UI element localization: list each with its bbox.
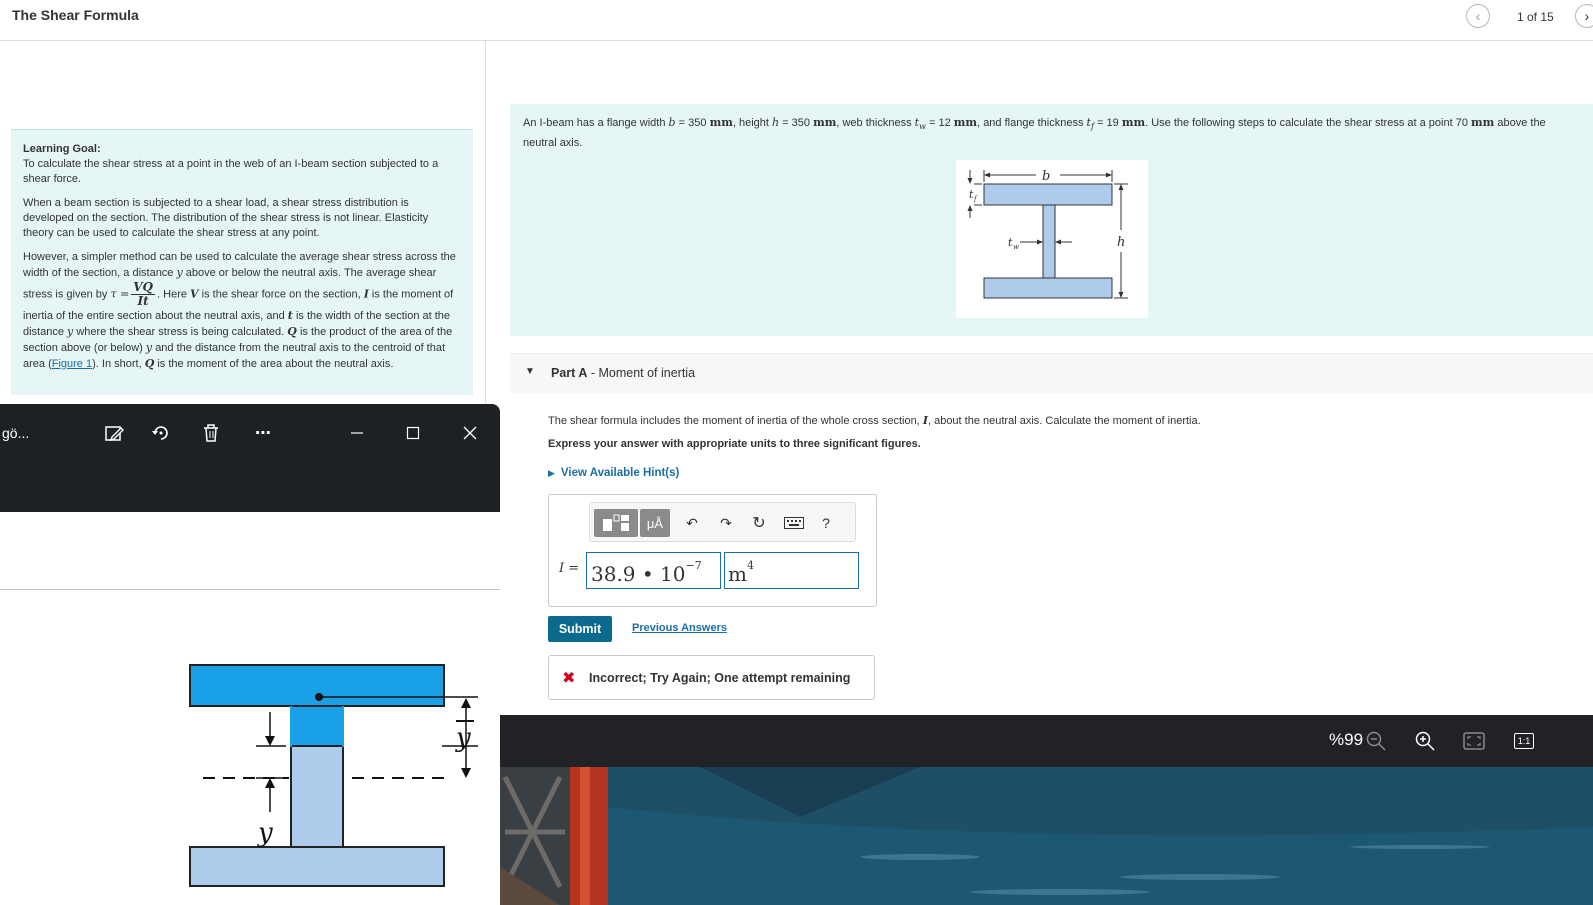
- reset-button[interactable]: ↻: [747, 509, 771, 537]
- i-beam-diagram: b t f t w h: [967, 169, 1128, 299]
- background-photo: [500, 767, 1593, 905]
- trash-icon: [204, 424, 218, 442]
- learning-goal-text: To calculate the shear stress at a point…: [23, 158, 439, 185]
- svg-text:w: w: [1013, 243, 1019, 251]
- maximize-icon: [406, 426, 420, 440]
- math-toolbar: μÅ ↶ ↷ ↻ ?: [589, 502, 856, 542]
- minimize-button[interactable]: [342, 418, 372, 448]
- caret-down-icon: ▼: [525, 366, 535, 377]
- y-label: y: [257, 818, 273, 848]
- caret-right-icon: ▶: [548, 468, 555, 478]
- part-a-title: - Moment of inertia: [587, 366, 696, 380]
- value-input[interactable]: 38.9 • 10−7: [586, 552, 721, 589]
- part-a-label: Part A: [551, 366, 588, 380]
- fit-to-window-button[interactable]: [1460, 727, 1488, 755]
- problem-statement: An I-beam has a flange width b = 350 mm,…: [523, 116, 1546, 150]
- problem-panel: An I-beam has a flange width b = 350 mm,…: [510, 104, 1593, 336]
- units-button[interactable]: μÅ: [640, 509, 670, 537]
- figure-1-link[interactable]: Figure 1: [52, 358, 92, 370]
- view-hints-link[interactable]: ▶ View Available Hint(s): [548, 467, 679, 479]
- fit-screen-icon: [1463, 732, 1485, 750]
- image-viewer-toolbar: %99 1:1: [500, 715, 1593, 767]
- intro-paragraph: When a beam section is subjected to a sh…: [23, 197, 429, 239]
- undo-icon: ↶: [686, 514, 698, 531]
- maximize-button[interactable]: [398, 418, 428, 448]
- units-input[interactable]: m4: [724, 552, 859, 589]
- zoom-level: %99: [1329, 730, 1364, 749]
- close-window-button[interactable]: [455, 418, 485, 448]
- answer-variable-label: I =: [559, 561, 580, 576]
- zoom-out-icon: [1366, 731, 1386, 751]
- figure-1-i-beam: y y: [189, 664, 478, 887]
- edit-image-button[interactable]: [99, 418, 129, 448]
- bridge-ocean-photo: [500, 767, 1593, 905]
- header-bar: The Shear Formula ‹ 1 of 15 ›: [0, 0, 1593, 41]
- part-a-instruction: Express your answer with appropriate uni…: [548, 438, 921, 450]
- pager-count: 1 of 15: [1517, 10, 1554, 24]
- zoom-in-button[interactable]: [1411, 727, 1439, 755]
- rotate-icon: [152, 426, 168, 440]
- rotate-button[interactable]: [146, 418, 176, 448]
- learning-goal-heading: Learning Goal:: [23, 143, 101, 155]
- more-icon: ⋯: [255, 425, 271, 442]
- edit-image-icon: [105, 426, 124, 442]
- templates-icon: [603, 514, 629, 531]
- help-button[interactable]: ?: [816, 509, 836, 537]
- part-a-description: The shear formula includes the moment of…: [548, 414, 1201, 427]
- redo-icon: ↷: [720, 514, 732, 531]
- y-bar-label: y: [455, 723, 471, 753]
- next-item-button[interactable]: ›: [1575, 4, 1593, 28]
- photo-canvas: y y: [0, 512, 500, 905]
- web: [1042, 204, 1056, 279]
- error-x-icon: ✖: [562, 670, 576, 687]
- actual-size-button[interactable]: 1:1: [1510, 727, 1538, 755]
- submit-button[interactable]: Submit: [548, 616, 612, 642]
- learning-goal-panel: Learning Goal: To calculate the shear st…: [11, 129, 473, 395]
- photo-file-name: gö...: [2, 425, 30, 441]
- actual-size-icon: 1:1: [1514, 733, 1534, 749]
- delete-button[interactable]: [196, 418, 226, 448]
- web-lower: [290, 745, 344, 848]
- undo-button[interactable]: ↶: [680, 509, 704, 537]
- photo-window-titlebar: gö... ⋯: [0, 404, 500, 512]
- templates-button[interactable]: [594, 509, 638, 537]
- keyboard-icon: [784, 517, 804, 529]
- previous-answers-link[interactable]: Previous Answers: [632, 622, 727, 634]
- chevron-right-icon: ›: [1584, 8, 1590, 24]
- more-options-button[interactable]: ⋯: [248, 418, 278, 448]
- dimension-h-label: h: [1117, 235, 1125, 250]
- reset-icon: ↻: [752, 515, 766, 532]
- svg-text:f: f: [973, 195, 978, 203]
- feedback-text: Incorrect; Try Again; One attempt remain…: [589, 671, 851, 685]
- i-beam-dimension-figure: b t f t w h: [956, 160, 1148, 318]
- dimension-b-label: b: [1042, 169, 1050, 184]
- feedback-message: ✖ Incorrect; Try Again; One attempt rema…: [548, 655, 875, 700]
- shear-formula-fraction: VQ It: [131, 280, 156, 308]
- previous-item-button[interactable]: ‹: [1466, 4, 1490, 28]
- zoom-out-button[interactable]: [1362, 727, 1390, 755]
- bottom-flange: [983, 277, 1113, 299]
- page-title: The Shear Formula: [12, 7, 139, 23]
- keyboard-button[interactable]: [781, 509, 807, 537]
- close-icon: [463, 426, 477, 440]
- shear-formula-paragraph: However, a simpler method can be used to…: [23, 251, 456, 370]
- part-a-header[interactable]: ▼ Part A - Moment of inertia: [510, 353, 1593, 393]
- zoom-in-icon: [1415, 731, 1435, 751]
- bottom-flange: [189, 846, 445, 887]
- answer-entry-box: μÅ ↶ ↷ ↻ ? I = 38.9 • 10−7 m4: [548, 494, 877, 607]
- chevron-left-icon: ‹: [1475, 8, 1481, 24]
- minimize-icon: [351, 432, 363, 434]
- top-flange: [983, 183, 1113, 206]
- redo-button[interactable]: ↷: [714, 509, 738, 537]
- web-highlighted: [290, 705, 344, 747]
